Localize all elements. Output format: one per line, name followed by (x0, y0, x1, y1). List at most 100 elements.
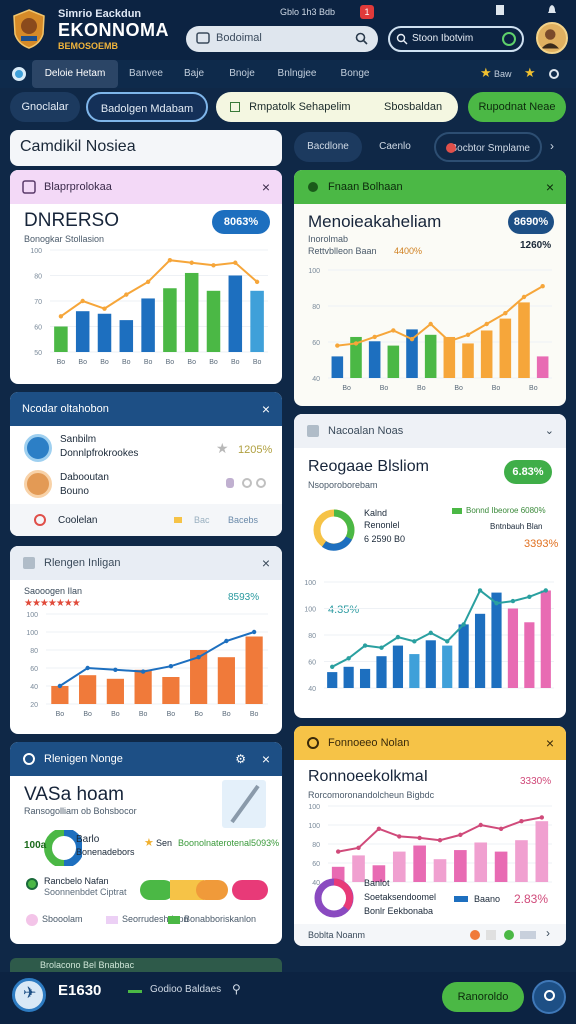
line-point (57, 683, 63, 689)
go-icon[interactable] (502, 32, 516, 46)
home-icon[interactable] (12, 67, 26, 81)
action-button-2[interactable]: Badolgen Mdabam (86, 92, 208, 122)
cta-button[interactable]: Ranoroldo (442, 982, 524, 1012)
nav-item-2[interactable]: Baje (174, 60, 214, 88)
teaser-card[interactable]: Brolacono Bel Bnabbac (10, 958, 282, 972)
progress-chip-1[interactable] (140, 880, 174, 900)
tab-1[interactable]: Caenlo (366, 132, 424, 162)
card-pct: 3330% (520, 776, 552, 787)
close-icon[interactable]: × (262, 170, 270, 204)
bar (245, 636, 263, 704)
footer-right[interactable]: Bacebs (228, 515, 258, 525)
y-tick-label: 80 (312, 304, 320, 311)
row-title: Rancbelo Nafan (44, 876, 109, 886)
action-button-1[interactable]: Gnoclalar (10, 92, 80, 122)
line-point (356, 845, 361, 850)
chevron-down-icon[interactable]: ⌄ (545, 414, 554, 448)
star-icon: ★ (144, 837, 154, 849)
x-tick-label: Bo (194, 711, 203, 718)
info-icon[interactable] (256, 478, 266, 488)
chat-button[interactable] (532, 980, 566, 1014)
card-header-label: Blaprprolokaa (44, 181, 112, 193)
line-point (477, 588, 483, 593)
notification-badge[interactable]: 1 (360, 5, 374, 19)
search-bar[interactable]: Bodoimal (186, 26, 378, 52)
line-point (494, 601, 499, 606)
x-tick-label: Bo (56, 711, 65, 718)
close-icon[interactable]: × (546, 726, 554, 760)
x-tick-label: Bo (231, 359, 240, 366)
card-header: Fnaan Bolhaan × (294, 170, 566, 204)
bar (425, 640, 436, 688)
check-icon (230, 102, 240, 113)
y-tick-label: 100 (304, 607, 316, 614)
bar (424, 334, 437, 378)
nav-item-0[interactable]: Deloie Hetam (32, 60, 118, 88)
x-tick-label: Bo (144, 359, 153, 366)
bar (368, 341, 381, 378)
secondary-search[interactable]: Stoon Ibotvim (388, 26, 524, 52)
chevron-right-icon[interactable]: › (546, 926, 550, 940)
progress-chip-4[interactable] (232, 880, 268, 900)
left-title: Camdikil Nosiea (20, 138, 136, 155)
y-tick-label: 50 (34, 350, 42, 357)
user-avatar[interactable] (536, 22, 568, 54)
nav-item-3[interactable]: Bnoje (220, 60, 264, 88)
bar (134, 669, 152, 704)
line-point (428, 630, 433, 636)
close-icon[interactable]: × (262, 392, 270, 426)
document-icon[interactable] (494, 4, 506, 16)
nav-item-4[interactable]: Bnlngjee (268, 60, 326, 88)
tab-2[interactable]: Bocbtor Smplame (434, 132, 542, 162)
info-icon[interactable] (242, 478, 252, 488)
puzzle-icon[interactable]: ⚲ (232, 982, 241, 996)
donut-label: Banlot (364, 878, 390, 888)
close-icon[interactable]: × (546, 170, 554, 204)
secondary-search-input[interactable]: Stoon Ibotvim (412, 33, 473, 44)
bar (162, 677, 180, 704)
nav-right-label[interactable]: Baw (494, 60, 512, 88)
star-label: Sen (156, 838, 173, 848)
donut-label: Kalnd (364, 508, 388, 518)
percent-badge: 6.83% (504, 460, 552, 484)
tab-0[interactable]: Bacdlone (294, 132, 362, 162)
x-tick-label: Bo (122, 359, 131, 366)
menu-icon[interactable] (196, 31, 210, 45)
close-icon[interactable]: × (262, 742, 270, 776)
record-icon[interactable] (34, 514, 46, 526)
bar (491, 592, 502, 688)
nav-item-1[interactable]: Banvee (122, 60, 170, 88)
person-role: Donnlpfrokrookes (60, 448, 139, 459)
chevron-right-icon[interactable]: › (550, 139, 554, 153)
bookmark-icon[interactable] (226, 478, 234, 488)
bar (97, 313, 112, 352)
search-input[interactable]: Bodoimal (216, 32, 262, 44)
card-header: Rlengen Inligan × (10, 546, 282, 580)
settings-icon[interactable]: ⚙ (235, 742, 246, 776)
card-header: Fonnoeeo Nolan × (294, 726, 566, 760)
close-icon[interactable]: × (262, 546, 270, 580)
legend-3: Bonabboriskanlon (184, 914, 257, 924)
card-header-label: Fonnoeeo Nolan (328, 737, 410, 749)
x-tick-label: Bo (139, 711, 148, 718)
line-point (362, 643, 368, 648)
action-banner[interactable]: Rmpatolk Sehapelim Sbosbaldan (216, 92, 458, 122)
favorite-icon[interactable]: ★ (524, 66, 538, 80)
y-tick-label: 60 (312, 340, 320, 347)
avatar[interactable] (24, 470, 52, 498)
legend-swatch (26, 914, 38, 926)
bell-icon[interactable] (546, 4, 558, 16)
search-icon[interactable] (355, 32, 368, 45)
action-button-report[interactable]: Rupodnat Neae (468, 92, 566, 122)
card-value: DNRERSO (24, 210, 120, 231)
star-icon[interactable]: ★ (216, 440, 229, 457)
progress-chip-3[interactable] (196, 880, 228, 900)
footer-unit: Bac (194, 515, 210, 525)
compass-button[interactable]: ✈ (12, 978, 46, 1012)
nav-item-5[interactable]: Bonge (330, 60, 380, 88)
star-icon[interactable]: ★ (480, 66, 494, 80)
brand-title: EKONNOMA (58, 20, 169, 40)
y-tick-label: 80 (312, 842, 320, 849)
settings-icon[interactable] (548, 68, 560, 80)
avatar[interactable] (24, 434, 52, 462)
